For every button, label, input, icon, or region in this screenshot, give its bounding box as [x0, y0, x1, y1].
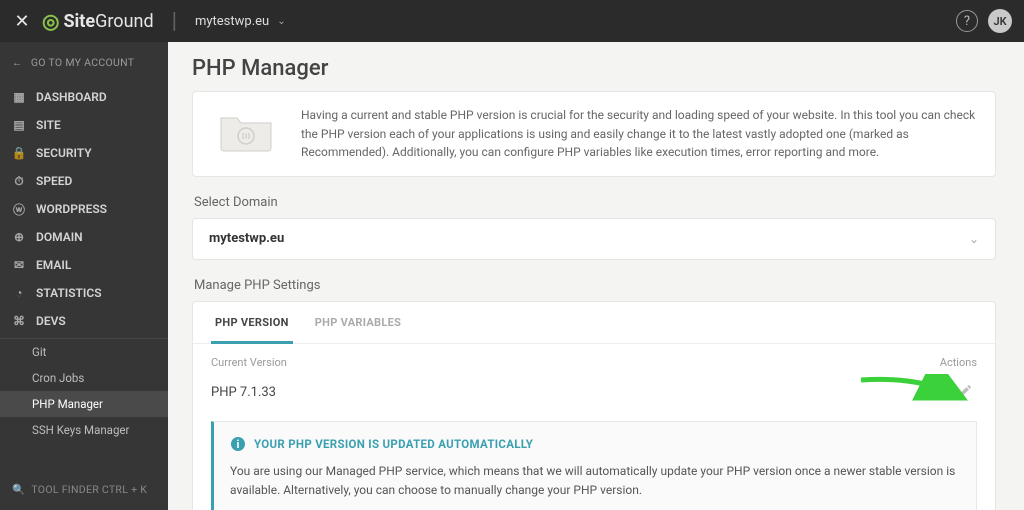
- pencil-icon: [957, 383, 973, 399]
- php-folder-icon: [211, 106, 281, 156]
- manage-settings-label: Manage PHP Settings: [194, 278, 996, 293]
- search-icon: 🔍: [12, 483, 25, 496]
- arrow-left-icon: ←: [12, 56, 23, 69]
- devs-icon: ⌘: [12, 314, 26, 328]
- help-icon[interactable]: ?: [956, 10, 978, 32]
- version-row: PHP 7.1.33: [193, 375, 995, 421]
- sidebar-item-site[interactable]: ▤SITE: [0, 111, 168, 139]
- svg-text:i: i: [237, 438, 240, 451]
- divider: |: [172, 9, 177, 34]
- edit-version-button[interactable]: [957, 383, 977, 403]
- col-current-version: Current Version: [211, 356, 287, 369]
- stats-icon: ◔: [12, 286, 26, 300]
- site-dropdown[interactable]: mytestwp.eu ⌄: [195, 14, 286, 29]
- sidebar-item-domain[interactable]: ⊕DOMAIN: [0, 223, 168, 251]
- sidebar-sub-cron[interactable]: Cron Jobs: [0, 365, 168, 391]
- site-icon: ▤: [12, 118, 26, 132]
- sidebar-item-dashboard[interactable]: ▦DASHBOARD: [0, 83, 168, 111]
- sidebar-sub-php-manager[interactable]: PHP Manager: [0, 391, 168, 417]
- sidebar-sub-git[interactable]: Git: [0, 339, 168, 365]
- sidebar-item-statistics[interactable]: ◔STATISTICS: [0, 279, 168, 307]
- current-version-value: PHP 7.1.33: [211, 385, 276, 400]
- intro-card: Having a current and stable PHP version …: [192, 91, 996, 177]
- col-actions: Actions: [940, 356, 977, 369]
- tool-finder[interactable]: 🔍 TOOL FINDER CTRL + K: [0, 469, 168, 510]
- info-icon: i: [230, 436, 246, 452]
- sidebar: ← GO TO MY ACCOUNT ▦DASHBOARD ▤SITE 🔒SEC…: [0, 42, 168, 510]
- main-content: PHP Manager Having a current and stable …: [168, 42, 1024, 510]
- domain-dropdown[interactable]: mytestwp.eu ⌄: [192, 218, 996, 260]
- brand-glyph-icon: ◎: [42, 9, 59, 33]
- close-icon[interactable]: ✕: [12, 11, 32, 32]
- page-title: PHP Manager: [192, 56, 996, 81]
- site-name: mytestwp.eu: [195, 14, 269, 29]
- sidebar-item-security[interactable]: 🔒SECURITY: [0, 139, 168, 167]
- user-avatar[interactable]: JK: [988, 9, 1012, 33]
- globe-icon: ⊕: [12, 230, 26, 244]
- go-to-account-link[interactable]: ← GO TO MY ACCOUNT: [0, 42, 168, 83]
- tab-php-variables[interactable]: PHP VARIABLES: [311, 302, 405, 344]
- dashboard-icon: ▦: [12, 90, 26, 104]
- sidebar-sub-ssh-keys[interactable]: SSH Keys Manager: [0, 417, 168, 443]
- select-domain-label: Select Domain: [194, 195, 996, 210]
- table-header: Current Version Actions: [193, 344, 995, 375]
- top-bar: ✕ ◎ SiteGround | mytestwp.eu ⌄ ? JK: [0, 0, 1024, 42]
- sidebar-item-devs[interactable]: ⌘DEVS: [0, 307, 168, 339]
- info-title: YOUR PHP VERSION IS UPDATED AUTOMATICALL…: [254, 437, 533, 451]
- domain-selected-value: mytestwp.eu: [209, 231, 284, 246]
- tab-php-version[interactable]: PHP VERSION: [211, 302, 293, 344]
- brand-logo[interactable]: ◎ SiteGround: [42, 9, 154, 33]
- info-body: You are using our Managed PHP service, w…: [230, 462, 960, 500]
- php-settings-card: PHP VERSION PHP VARIABLES Current Versio…: [192, 301, 996, 510]
- sidebar-item-wordpress[interactable]: ⓦWORDPRESS: [0, 195, 168, 223]
- intro-text: Having a current and stable PHP version …: [301, 106, 977, 162]
- sidebar-item-email[interactable]: ✉EMAIL: [0, 251, 168, 279]
- chevron-down-icon: ⌄: [277, 16, 285, 27]
- sidebar-item-speed[interactable]: ⏱SPEED: [0, 167, 168, 195]
- info-box: i YOUR PHP VERSION IS UPDATED AUTOMATICA…: [211, 421, 977, 510]
- lock-icon: 🔒: [12, 146, 26, 160]
- mail-icon: ✉: [12, 258, 26, 272]
- chevron-down-icon: ⌄: [969, 232, 979, 246]
- wordpress-icon: ⓦ: [12, 201, 26, 218]
- tabs: PHP VERSION PHP VARIABLES: [193, 302, 995, 344]
- speed-icon: ⏱: [12, 174, 26, 189]
